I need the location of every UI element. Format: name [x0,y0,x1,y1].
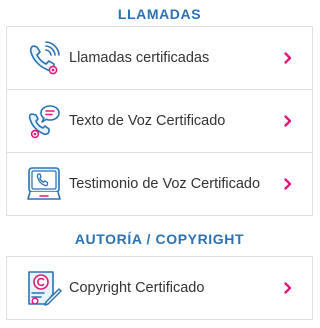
menu-item-label: Texto de Voz Certificado [69,113,226,129]
menu-item-label: Llamadas certificadas [69,50,210,66]
chevron-right-icon [281,114,295,128]
copyright-certificate-icon [26,270,62,306]
phone-waves-icon [26,40,62,76]
menu-item-texto-de-voz-certificado[interactable]: Texto de Voz Certificado [6,89,313,153]
menu-item-testimonio-de-voz-certificado[interactable]: Testimonio de Voz Certificado [6,152,313,216]
menu-item-llamadas-certificadas[interactable]: Llamadas certificadas [6,26,313,90]
section-title-llamadas: LLAMADAS [117,6,202,22]
menu-item-copyright-certificado[interactable]: Copyright Certificado [6,256,313,320]
menu-item-label: Copyright Certificado [69,280,205,296]
chevron-right-icon [281,281,295,295]
chevron-right-icon [281,177,295,191]
section-title-autoria-copyright: AUTORÍA / COPYRIGHT [74,231,245,247]
phone-chat-icon [26,103,62,139]
page: LLAMADAS Llamadas certificadas Texto de … [0,0,319,328]
menu-item-label: Testimonio de Voz Certificado [69,176,261,192]
phone-screen-icon [26,166,62,202]
chevron-right-icon [281,51,295,65]
